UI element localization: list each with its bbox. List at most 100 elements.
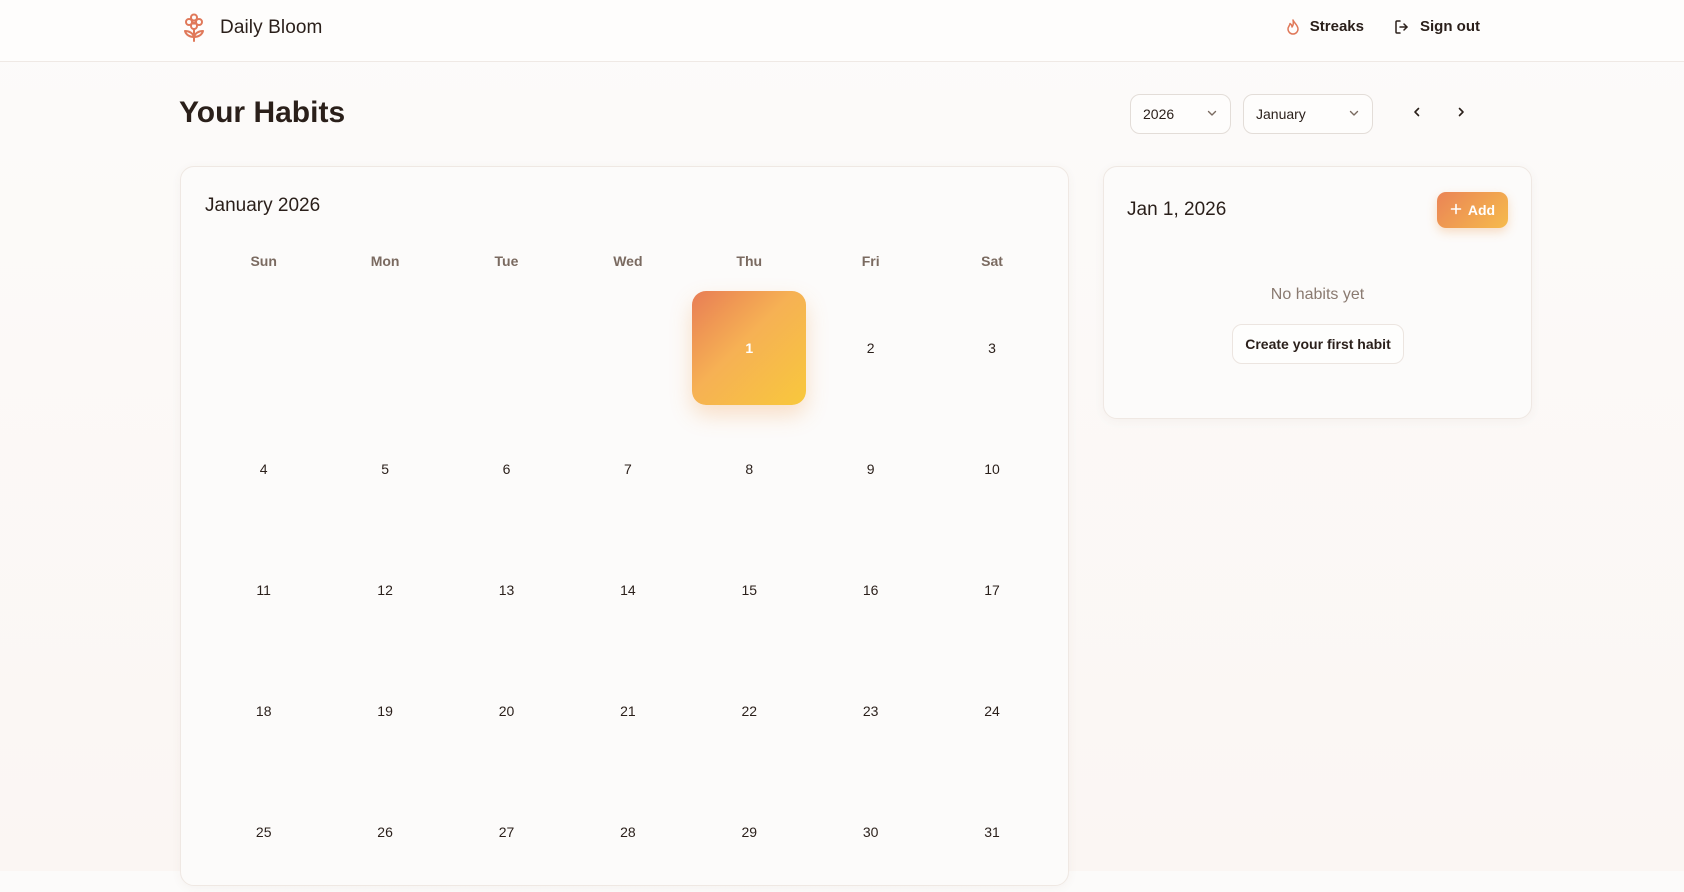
brand[interactable]: Daily Bloom — [180, 13, 322, 43]
calendar-empty-cell — [446, 287, 567, 408]
weekday-label: Fri — [861, 253, 880, 269]
weekday-label: Thu — [736, 253, 763, 269]
prev-month-button[interactable] — [1399, 96, 1435, 132]
chevron-left-icon — [1411, 105, 1423, 123]
calendar-day[interactable]: 6 — [446, 408, 567, 529]
add-habit-label: Add — [1467, 202, 1496, 218]
calendar-day[interactable]: 19 — [324, 650, 445, 771]
flower-icon — [180, 13, 208, 43]
calendar-day[interactable]: 12 — [324, 529, 445, 650]
calendar-day-selected[interactable]: 1 — [689, 287, 810, 408]
calendar-day-number: 16 — [862, 581, 879, 598]
create-first-habit-button[interactable]: Create your first habit — [1232, 324, 1404, 364]
calendar-day[interactable]: 17 — [931, 529, 1052, 650]
day-detail-card: Jan 1, 2026 Add No habits yet Create you… — [1103, 166, 1532, 419]
calendar-day[interactable]: 27 — [446, 771, 567, 892]
calendar-grid: 1 2 3 4 5 6 7 8 9 10 11 12 13 14 15 16 17 18 19 20 21 22 23 24 2… — [203, 287, 1053, 892]
logout-icon — [1394, 19, 1410, 35]
next-month-button[interactable] — [1443, 96, 1479, 132]
sign-out-label: Sign out — [1420, 18, 1480, 35]
calendar-day-number: 26 — [377, 823, 393, 840]
calendar-day-number: 1 — [692, 290, 807, 405]
header-nav: Streaks Sign out — [1286, 18, 1480, 35]
calendar-day-number: 11 — [256, 581, 271, 598]
calendar-day[interactable]: 26 — [324, 771, 445, 892]
calendar-card: January 2026 Sun Mon Tue Wed Thu Fri Sat 12345… — [180, 166, 1069, 886]
calendar-day-number: 8 — [745, 460, 754, 477]
chevron-down-icon — [1206, 106, 1218, 122]
calendar-day-number: 12 — [377, 581, 393, 598]
empty-state-text: No habits yet — [1270, 286, 1365, 303]
selected-date: Jan 1, 2026 — [1127, 199, 1227, 220]
calendar-empty-cell — [567, 287, 688, 408]
calendar-day-number: 21 — [620, 702, 636, 719]
calendar-day[interactable]: 18 — [203, 650, 324, 771]
calendar-empty-cell — [324, 287, 445, 408]
calendar-day-number: 19 — [377, 702, 393, 719]
calendar-day[interactable]: 28 — [567, 771, 688, 892]
month-select-value: January — [1256, 106, 1306, 122]
calendar-day-number: 31 — [984, 823, 1000, 840]
calendar-day-number: 24 — [984, 702, 1000, 719]
calendar-day-number: 22 — [741, 702, 758, 719]
calendar-day[interactable]: 4 — [203, 408, 324, 529]
calendar-day-number: 23 — [862, 702, 879, 719]
streaks-link[interactable]: Streaks — [1286, 18, 1364, 35]
calendar-day-number: 6 — [502, 460, 511, 477]
calendar-day[interactable]: 20 — [446, 650, 567, 771]
weekday-label: Sun — [250, 253, 277, 269]
calendar-day-number: 18 — [255, 702, 272, 719]
calendar-day[interactable]: 16 — [810, 529, 931, 650]
calendar-day-number: 14 — [620, 581, 636, 598]
calendar-day[interactable]: 15 — [689, 529, 810, 650]
chevron-down-icon — [1348, 106, 1360, 122]
calendar-day-number: 9 — [866, 460, 875, 477]
date-controls: 2026 January — [1130, 94, 1479, 134]
weekday-label: Mon — [370, 253, 400, 269]
calendar-day[interactable]: 13 — [446, 529, 567, 650]
brand-name: Daily Bloom — [220, 17, 323, 38]
calendar-day[interactable]: 24 — [931, 650, 1052, 771]
sign-out-link[interactable]: Sign out — [1394, 18, 1480, 35]
calendar-day-number: 25 — [255, 823, 272, 840]
calendar-day[interactable]: 2 — [810, 287, 931, 408]
add-habit-button[interactable]: Add — [1437, 192, 1508, 228]
calendar-day[interactable]: 7 — [567, 408, 688, 529]
calendar-day-number: 29 — [741, 823, 758, 840]
calendar-day[interactable]: 31 — [931, 771, 1052, 892]
calendar-week-row: 4 5 6 7 8 9 10 — [203, 408, 1053, 529]
calendar-day[interactable]: 10 — [931, 408, 1052, 529]
month-select[interactable]: January — [1243, 94, 1373, 134]
flame-icon — [1286, 18, 1300, 35]
calendar-day-number: 7 — [623, 460, 632, 477]
calendar-day[interactable]: 8 — [689, 408, 810, 529]
weekday-label: Sat — [981, 253, 1003, 269]
calendar-day-number: 3 — [988, 339, 996, 356]
calendar-day[interactable]: 21 — [567, 650, 688, 771]
calendar-day[interactable]: 3 — [931, 287, 1052, 408]
calendar-day[interactable]: 5 — [324, 408, 445, 529]
calendar-day-number: 10 — [984, 460, 1000, 477]
calendar-day[interactable]: 23 — [810, 650, 931, 771]
calendar-day-number: 13 — [498, 581, 515, 598]
page-title: Your Habits — [179, 96, 346, 129]
calendar-week-row: 25 26 27 28 29 30 31 — [203, 771, 1053, 892]
weekday-label: Tue — [494, 253, 519, 269]
calendar-day-number: 30 — [862, 823, 879, 840]
calendar-day-number: 2 — [866, 339, 875, 356]
calendar-day[interactable]: 30 — [810, 771, 931, 892]
year-select[interactable]: 2026 — [1130, 94, 1231, 134]
calendar-week-row: 11 12 13 14 15 16 17 — [203, 529, 1053, 650]
weekday-label: Wed — [613, 253, 643, 269]
calendar-day[interactable]: 22 — [689, 650, 810, 771]
calendar-day-number: 27 — [498, 823, 515, 840]
calendar-day[interactable]: 11 — [203, 529, 324, 650]
calendar-title: January 2026 — [205, 195, 321, 216]
calendar-day[interactable]: 9 — [810, 408, 931, 529]
calendar-day[interactable]: 29 — [689, 771, 810, 892]
calendar-day[interactable]: 25 — [203, 771, 324, 892]
year-select-value: 2026 — [1143, 106, 1175, 122]
calendar-day-number: 15 — [741, 581, 758, 598]
calendar-day[interactable]: 14 — [567, 529, 688, 650]
calendar-day-number: 17 — [984, 581, 1000, 598]
